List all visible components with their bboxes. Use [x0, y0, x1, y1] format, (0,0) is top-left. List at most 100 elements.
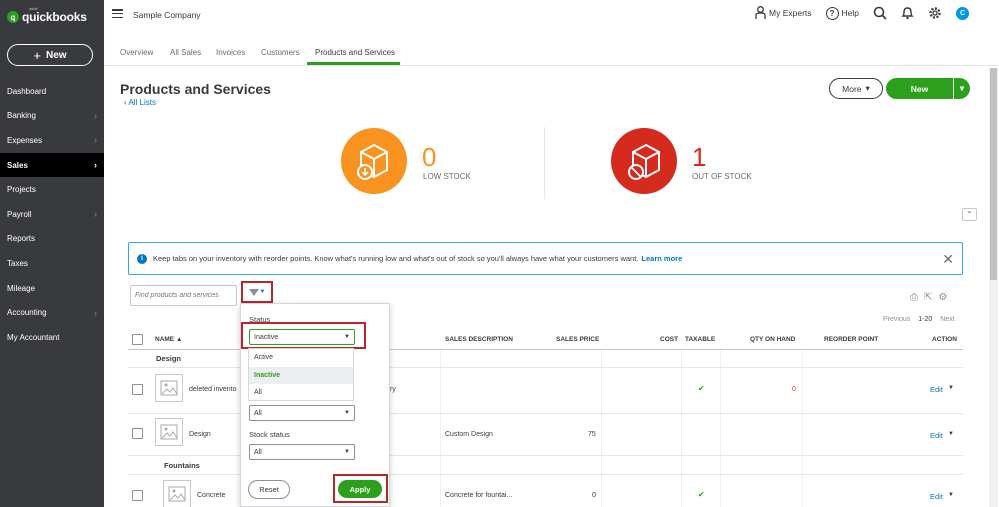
low-stock-count[interactable]: 0	[422, 142, 436, 173]
column-divider	[440, 350, 441, 507]
my-experts-button[interactable]: My Experts	[755, 6, 812, 20]
sidebar-item-label: Reports	[7, 234, 36, 244]
chevron-down-icon: ▼	[344, 410, 350, 416]
help-button[interactable]: ? Help	[825, 6, 859, 20]
taxable-check-icon: ✔	[698, 490, 705, 499]
tab-invoices[interactable]: Invoices	[216, 48, 245, 57]
search-input[interactable]	[130, 285, 237, 306]
low-stock-icon[interactable]	[341, 128, 407, 194]
sidebar-item-taxes[interactable]: Taxes	[0, 251, 104, 276]
gear-icon[interactable]	[928, 6, 942, 20]
sidebar-item-projects[interactable]: Projects	[0, 177, 104, 202]
tab-products-and-services[interactable]: Products and Services	[315, 48, 395, 57]
stock-status-select[interactable]: All ▼	[249, 444, 355, 460]
row-edit-button[interactable]: Edit ▼	[930, 385, 954, 394]
page-title: Products and Services	[120, 81, 271, 97]
apply-button[interactable]: Apply	[338, 480, 382, 498]
reset-button[interactable]: Reset	[248, 480, 290, 499]
search-icon[interactable]	[873, 6, 887, 20]
tab-customers[interactable]: Customers	[261, 48, 300, 57]
chevron-right-icon: ›	[94, 135, 97, 146]
row-checkbox[interactable]	[132, 384, 143, 395]
row-checkbox[interactable]	[132, 490, 143, 501]
quickbooks-logo[interactable]: q intuit quickbooks	[7, 6, 87, 27]
row-edit-button[interactable]: Edit ▼	[930, 492, 954, 501]
hamburger-menu-icon[interactable]	[112, 9, 123, 18]
pagination: Previous 1-20 Next	[883, 316, 955, 323]
chevron-right-icon: ›	[94, 307, 97, 318]
stock-status-label: Stock status	[249, 430, 290, 439]
banner-text: Keep tabs on your inventory with reorder…	[153, 254, 639, 263]
sidebar-item-label: Expenses	[7, 135, 43, 145]
row-name[interactable]: deleted invento	[189, 386, 236, 393]
column-header-taxable[interactable]: TAXABLE	[685, 336, 715, 343]
all-lists-link[interactable]: ‹ All Lists	[124, 98, 156, 107]
scrollbar-thumb[interactable]	[990, 68, 997, 280]
type-select[interactable]: All ▼	[249, 405, 355, 421]
gear-icon[interactable]: ⚙	[938, 292, 947, 303]
sidebar-item-label: Taxes	[7, 258, 28, 268]
collapse-chevron-up-icon[interactable]: ⌃	[962, 208, 977, 221]
image-placeholder-icon	[155, 374, 183, 402]
row-description: Custom Design	[445, 431, 493, 438]
new-item-button[interactable]: New ▾	[886, 78, 970, 99]
column-divider	[601, 350, 602, 507]
status-option-active[interactable]: Active	[249, 349, 353, 367]
info-icon: i	[137, 253, 147, 264]
out-of-stock-icon[interactable]	[611, 128, 677, 194]
status-option-all[interactable]: All	[249, 384, 353, 402]
sidebar-item-reports[interactable]: Reports	[0, 227, 104, 252]
new-dropdown-chevron-icon[interactable]: ▾	[953, 78, 970, 99]
column-header-reorder-point[interactable]: REORDER POINT	[824, 336, 878, 343]
sidebar-new-button[interactable]: + New	[7, 44, 93, 66]
sidebar-item-mileage[interactable]: Mileage	[0, 276, 104, 301]
row-name[interactable]: Concrete	[197, 492, 225, 499]
select-all-checkbox[interactable]	[132, 334, 143, 345]
row-sales-price: 75	[588, 431, 596, 438]
out-of-stock-count[interactable]: 1	[692, 142, 706, 173]
row-name[interactable]: Design	[189, 431, 211, 438]
column-header-cost[interactable]: COST	[660, 336, 678, 343]
sidebar-item-dashboard[interactable]: Dashboard	[0, 79, 104, 104]
tab-overview[interactable]: Overview	[120, 48, 153, 57]
sidebar-item-my-accountant[interactable]: My Accountant	[0, 325, 104, 350]
type-select-value: All	[254, 409, 262, 417]
filter-button[interactable]: ▼	[241, 281, 273, 303]
status-option-inactive[interactable]: Inactive	[249, 366, 353, 385]
sidebar-item-label: Dashboard	[7, 86, 47, 96]
sidebar-item-accounting[interactable]: Accounting ›	[0, 300, 104, 325]
sidebar-item-expenses[interactable]: Expenses ›	[0, 128, 104, 153]
row-qty-on-hand: 0	[792, 386, 796, 393]
column-header-sales-price[interactable]: SALES PRICE	[556, 336, 599, 343]
help-icon: ?	[825, 6, 839, 20]
page-range: 1-20	[918, 316, 933, 323]
sidebar-item-sales[interactable]: Sales ›	[0, 152, 104, 178]
logo-intuit-text: intuit	[29, 6, 38, 11]
learn-more-link[interactable]: Learn more	[641, 254, 682, 263]
column-header-name[interactable]: NAME ▲	[155, 336, 182, 343]
chevron-down-icon[interactable]: ▼	[948, 431, 954, 440]
print-icon[interactable]: ⎙	[910, 292, 918, 303]
next-link[interactable]: Next	[940, 316, 954, 323]
chevron-down-icon[interactable]: ▼	[948, 492, 954, 501]
export-icon[interactable]: ⇱	[924, 292, 932, 303]
row-edit-button[interactable]: Edit ▼	[930, 431, 954, 440]
top-actions: My Experts ? Help C	[755, 6, 969, 20]
tab-all-sales[interactable]: All Sales	[170, 48, 201, 57]
column-header-qty-on-hand[interactable]: QTY ON HAND	[750, 336, 795, 343]
more-label: More	[842, 83, 862, 94]
sidebar-item-banking[interactable]: Banking ›	[0, 104, 104, 129]
new-item-label: New	[910, 83, 929, 94]
more-button[interactable]: More ▾	[829, 78, 883, 99]
row-checkbox[interactable]	[132, 428, 143, 439]
logo-text: quickbooks	[22, 10, 87, 24]
column-header-sales-description[interactable]: SALES DESCRIPTION	[445, 336, 513, 343]
previous-link[interactable]: Previous	[883, 316, 910, 323]
bell-icon[interactable]	[901, 6, 914, 20]
chevron-down-icon[interactable]: ▼	[948, 385, 954, 394]
close-icon[interactable]: ✕	[942, 251, 954, 268]
group-label-fountains: Fountains	[164, 461, 200, 470]
avatar[interactable]: C	[956, 6, 969, 20]
sidebar-item-payroll[interactable]: Payroll ›	[0, 202, 104, 227]
column-header-action[interactable]: ACTION	[932, 336, 957, 343]
